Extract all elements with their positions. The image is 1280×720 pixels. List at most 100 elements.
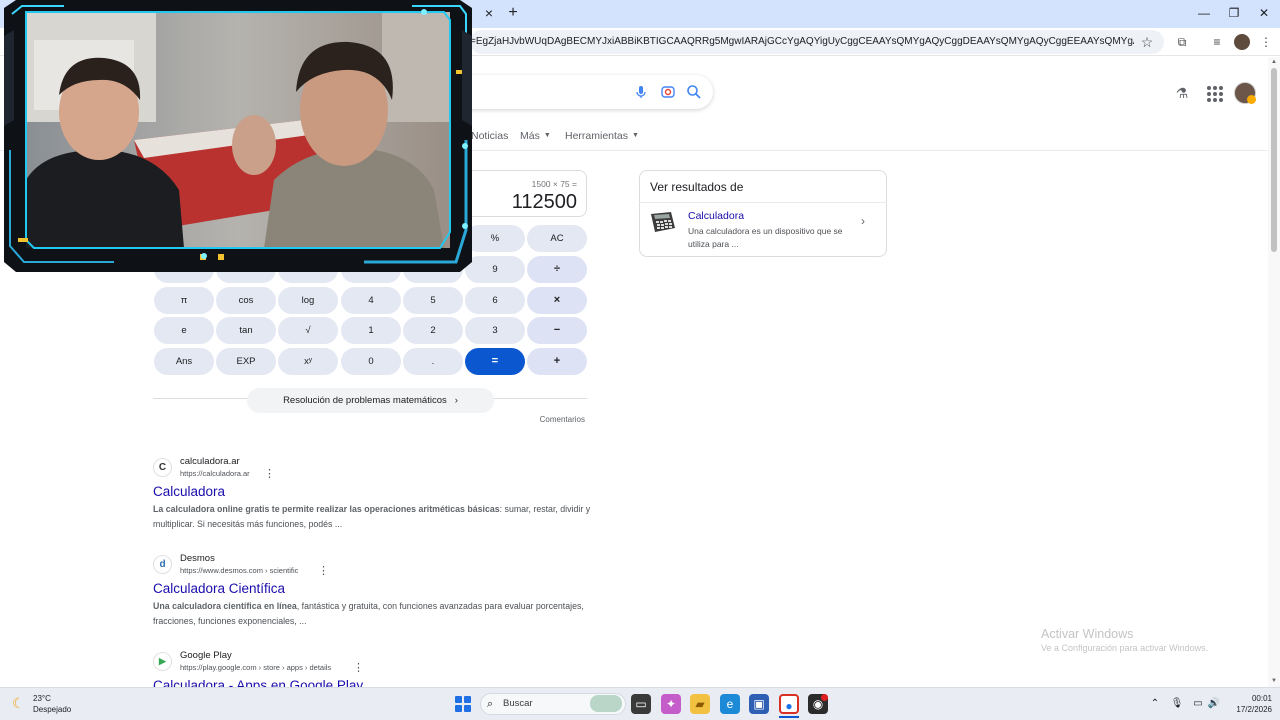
key-ans[interactable]: Ans bbox=[154, 348, 214, 375]
see-results-item-description: Una calculadora es un dispositivo que se… bbox=[688, 226, 843, 249]
mic-icon[interactable] bbox=[633, 84, 649, 100]
key-equals[interactable]: = bbox=[465, 348, 525, 375]
webcam-overlay bbox=[4, 0, 472, 272]
result-site-name[interactable]: Desmos bbox=[180, 553, 215, 565]
feedback-link[interactable]: Comentarios bbox=[500, 414, 585, 426]
tab-mas[interactable]: Más ▼ bbox=[520, 129, 551, 143]
menu-kebab-icon[interactable]: ⋮ bbox=[1258, 34, 1274, 50]
key-multiply[interactable]: × bbox=[527, 287, 587, 314]
key-tan[interactable]: tan bbox=[216, 317, 276, 344]
result-title-link[interactable]: Calculadora Científica bbox=[153, 580, 285, 598]
calculator-result: 112500 bbox=[511, 191, 577, 213]
key-percent[interactable]: % bbox=[465, 225, 525, 252]
result-snippet: La calculadora online gratis te permite … bbox=[153, 502, 593, 532]
tab-mas-label: Más bbox=[520, 130, 540, 142]
bookmark-star-icon[interactable]: ☆ bbox=[1139, 34, 1155, 50]
result-snippet-bold: Una calculadora científica en línea bbox=[153, 601, 297, 611]
microphone-tray-icon[interactable]: 🎙 bbox=[1170, 697, 1184, 711]
result-title-link[interactable]: Calculadora - Apps en Google Play bbox=[153, 677, 413, 687]
extensions-icon[interactable]: ⧉ bbox=[1174, 34, 1190, 50]
result-snippet-bold: La calculadora online gratis te permite … bbox=[153, 504, 500, 514]
recording-badge bbox=[821, 694, 828, 701]
see-results-item-title[interactable]: Calculadora bbox=[688, 209, 848, 223]
minimize-button[interactable]: — bbox=[1193, 4, 1215, 22]
result-url[interactable]: https://calculadora.ar bbox=[180, 469, 250, 479]
lens-camera-icon[interactable] bbox=[660, 84, 676, 100]
tab-herramientas[interactable]: Herramientas ▼ bbox=[565, 129, 639, 143]
file-explorer-icon[interactable]: ▰ bbox=[690, 694, 710, 714]
key-plus[interactable]: + bbox=[527, 348, 587, 375]
key-0[interactable]: 0 bbox=[341, 348, 401, 375]
result-url[interactable]: https://play.google.com › store › apps ›… bbox=[180, 663, 331, 673]
scrollbar-thumb[interactable] bbox=[1271, 68, 1277, 252]
labs-flask-icon[interactable]: ⚗ bbox=[1173, 84, 1191, 102]
store-icon[interactable]: ▣ bbox=[749, 694, 769, 714]
result-site-name[interactable]: Google Play bbox=[180, 650, 232, 662]
key-e[interactable]: e bbox=[154, 317, 214, 344]
key-cos[interactable]: cos bbox=[216, 287, 276, 314]
math-solver-button[interactable]: Resolución de problemas matemáticos › bbox=[247, 388, 494, 413]
google-apps-icon[interactable] bbox=[1205, 84, 1223, 102]
key-6[interactable]: 6 bbox=[465, 287, 525, 314]
result-title-clip: Calculadora - Apps en Google Play bbox=[153, 677, 413, 687]
clock-date[interactable]: 17/2/2026 bbox=[1222, 704, 1272, 715]
search-icon[interactable] bbox=[686, 84, 702, 100]
profile-avatar-icon[interactable] bbox=[1234, 34, 1250, 50]
key-clear[interactable]: AC bbox=[527, 225, 587, 252]
scroll-down-arrow-icon[interactable]: ▼ bbox=[1270, 677, 1278, 685]
key-pi[interactable]: π bbox=[154, 287, 214, 314]
activate-windows-title: Activar Windows bbox=[1041, 627, 1134, 641]
key-divide[interactable]: ÷ bbox=[527, 256, 587, 283]
moon-weather-icon[interactable]: ☾ bbox=[12, 695, 28, 711]
media-controls-icon[interactable]: ≡ bbox=[1209, 34, 1225, 50]
key-9[interactable]: 9 bbox=[465, 256, 525, 283]
result-more-icon[interactable]: ⋮ bbox=[264, 468, 275, 480]
key-2[interactable]: 2 bbox=[403, 317, 463, 344]
chrome-active-indicator bbox=[779, 716, 799, 718]
result-url[interactable]: https://www.desmos.com › scientific bbox=[180, 566, 298, 576]
tab-noticias[interactable]: Noticias bbox=[471, 129, 508, 143]
account-warning-badge bbox=[1247, 95, 1256, 104]
key-3[interactable]: 3 bbox=[465, 317, 525, 344]
calculator-thumbnail-icon bbox=[649, 210, 677, 234]
volume-tray-icon[interactable]: 🔊 bbox=[1207, 697, 1221, 711]
google-play-favicon-icon: ▶ bbox=[153, 652, 172, 671]
copilot-icon[interactable]: ✦ bbox=[661, 694, 681, 714]
key-decimal[interactable]: . bbox=[403, 348, 463, 375]
address-bar-url[interactable]: =EgZjaHJvbWUqDAgBECMYJxiABBiKBTIGCAAQRRg… bbox=[470, 34, 1134, 50]
see-results-divider bbox=[639, 202, 887, 203]
edge-browser-icon[interactable]: e bbox=[720, 694, 740, 714]
key-1[interactable]: 1 bbox=[341, 317, 401, 344]
result-more-icon[interactable]: ⋮ bbox=[353, 662, 364, 674]
display-tray-icon[interactable]: ▭ bbox=[1191, 697, 1205, 711]
key-minus[interactable]: − bbox=[527, 317, 587, 344]
key-log[interactable]: log bbox=[278, 287, 338, 314]
key-exp[interactable]: EXP bbox=[216, 348, 276, 375]
task-view-icon[interactable]: ▭ bbox=[631, 694, 651, 714]
close-window-button[interactable]: ✕ bbox=[1253, 4, 1275, 22]
calculator-expression: 1500 × 75 = bbox=[531, 179, 577, 189]
chrome-icon[interactable]: ● bbox=[779, 694, 799, 714]
scroll-up-arrow-icon[interactable]: ▲ bbox=[1270, 58, 1278, 66]
search-highlight-image bbox=[590, 695, 622, 712]
result-more-icon[interactable]: ⋮ bbox=[318, 565, 329, 577]
weather-description[interactable]: Despejado bbox=[33, 704, 93, 715]
key-5[interactable]: 5 bbox=[403, 287, 463, 314]
key-power[interactable]: xʸ bbox=[278, 348, 338, 375]
key-4[interactable]: 4 bbox=[341, 287, 401, 314]
chevron-down-icon: ▼ bbox=[543, 132, 551, 140]
tab-close-button[interactable]: × bbox=[481, 5, 497, 21]
result-site-name[interactable]: calculadora.ar bbox=[180, 456, 240, 468]
key-sqrt[interactable]: √ bbox=[278, 317, 338, 344]
new-tab-button[interactable]: + bbox=[505, 4, 521, 22]
weather-temperature[interactable]: 23°C bbox=[33, 693, 73, 704]
windows-start-icon[interactable] bbox=[455, 696, 471, 712]
clock-time[interactable]: 00:01 bbox=[1240, 693, 1272, 704]
tray-overflow-chevron-icon[interactable]: ⌃ bbox=[1148, 697, 1162, 711]
taskbar-search-placeholder[interactable]: Buscar bbox=[503, 697, 563, 711]
chevron-right-icon[interactable]: › bbox=[861, 214, 871, 228]
restore-button[interactable]: ❐ bbox=[1223, 4, 1245, 22]
taskbar-search-icon: ⌕ bbox=[487, 698, 494, 710]
result-title-link[interactable]: Calculadora bbox=[153, 483, 225, 501]
tab-herramientas-label: Herramientas bbox=[565, 130, 629, 142]
